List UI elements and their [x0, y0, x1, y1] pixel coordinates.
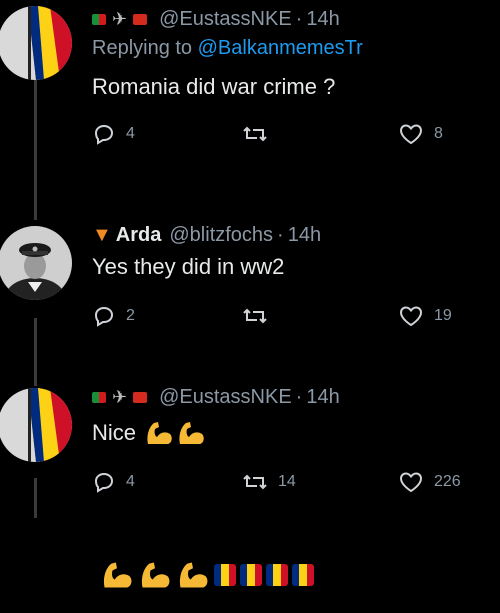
thread-connector: [34, 80, 37, 220]
retweet-icon: [243, 308, 267, 324]
retweet-icon: [243, 126, 267, 142]
reply-button[interactable]: 4: [92, 122, 135, 146]
romanian-flag-avatar-icon: [0, 6, 72, 80]
romania-flag-icon: [292, 564, 314, 586]
avatar[interactable]: [0, 6, 72, 80]
retweet-count: 14: [278, 473, 296, 490]
retweet-button[interactable]: [242, 304, 278, 328]
tweet-body: ▼ Arda @blitzfochs · 14h Yes they did in…: [92, 222, 490, 332]
separator: ·: [277, 224, 284, 246]
heart-icon: [399, 306, 423, 327]
tweet-time[interactable]: 14h: [306, 384, 339, 410]
replying-prefix: Replying to: [92, 37, 193, 59]
romania-flag-icon: [266, 564, 288, 586]
tweet-body: ✈ @EustassNKE · 14h Replying to @Balkanm…: [92, 6, 490, 150]
retweet-button[interactable]: 14: [242, 470, 296, 494]
reply-icon: [94, 472, 114, 493]
like-button[interactable]: 19: [398, 304, 452, 328]
tweet-header: ✈ @EustassNKE · 14h: [92, 6, 490, 32]
flag-icon: [92, 391, 106, 403]
fox-icon: ▼: [92, 224, 112, 246]
flexed-biceps-icon: [103, 562, 132, 588]
flexed-biceps-icon: [144, 420, 206, 446]
separator: ·: [295, 8, 303, 30]
tweet-actions: 2 19: [92, 304, 490, 332]
reply-count: 2: [126, 307, 135, 324]
eagle-icon: ✈: [112, 387, 128, 407]
replying-mention[interactable]: @BalkanmemesTr: [198, 37, 363, 59]
tweet-actions: 4 8: [92, 122, 490, 150]
avatar[interactable]: [0, 226, 72, 300]
heart-icon: [399, 472, 423, 493]
swiss-flag-icon: [133, 13, 148, 25]
reply-button[interactable]: 2: [92, 304, 135, 328]
tweet-time[interactable]: 14h: [288, 222, 321, 248]
reply-button[interactable]: 4: [92, 470, 135, 494]
tweet-author-name[interactable]: Arda: [116, 222, 162, 248]
reply-icon: [94, 306, 114, 327]
tweet-handle[interactable]: @EustassNKE: [159, 6, 292, 32]
flag-icon: [92, 13, 106, 25]
retweet-button[interactable]: [242, 122, 278, 146]
like-button[interactable]: 226: [398, 470, 461, 494]
reply-count: 4: [126, 125, 135, 142]
separator: ·: [295, 386, 303, 408]
tweet-header: ✈ @EustassNKE · 14h: [92, 384, 490, 410]
flexed-biceps-icon: [179, 562, 208, 588]
swiss-flag-icon: [133, 391, 148, 403]
tweet-text-row: Nice: [92, 418, 490, 448]
replying-to: Replying to @BalkanmemesTr: [92, 34, 490, 62]
profile-flag-emojis: ✈: [92, 6, 148, 32]
officer-portrait-avatar-icon: [0, 226, 72, 300]
romania-flag-icon: [240, 564, 262, 586]
profile-flag-emojis: ✈: [92, 384, 148, 410]
tweet-handle[interactable]: @blitzfochs: [169, 222, 273, 248]
eagle-icon: ✈: [112, 9, 128, 29]
thread-connector: [34, 478, 37, 518]
reply-icon: [94, 124, 114, 145]
romanian-flag-avatar-icon: [0, 388, 72, 462]
reply-count: 4: [126, 473, 135, 490]
thread-connector: [34, 318, 37, 386]
heart-icon: [399, 124, 423, 145]
tweet-body: ✈ @EustassNKE · 14h Nice 4 14 226: [92, 384, 490, 498]
tweet-text: Yes they did in ww2: [92, 254, 285, 279]
avatar[interactable]: [0, 388, 72, 462]
tweet-text: Romania did war crime ?: [92, 74, 336, 99]
tweet-handle[interactable]: @EustassNKE: [159, 384, 292, 410]
tweet-time[interactable]: 14h: [306, 6, 339, 32]
retweet-icon: [243, 474, 267, 490]
tweet-actions: 4 14 226: [92, 470, 490, 498]
like-count: 8: [434, 125, 443, 142]
like-count: 226: [434, 473, 461, 490]
flexed-biceps-icon: [141, 562, 170, 588]
emoji-caption: [100, 560, 314, 590]
tweet-header: ▼ Arda @blitzfochs · 14h: [92, 222, 490, 248]
like-button[interactable]: 8: [398, 122, 443, 146]
like-count: 19: [434, 307, 452, 324]
tweet-text: Nice: [92, 420, 137, 445]
romania-flag-icon: [214, 564, 236, 586]
